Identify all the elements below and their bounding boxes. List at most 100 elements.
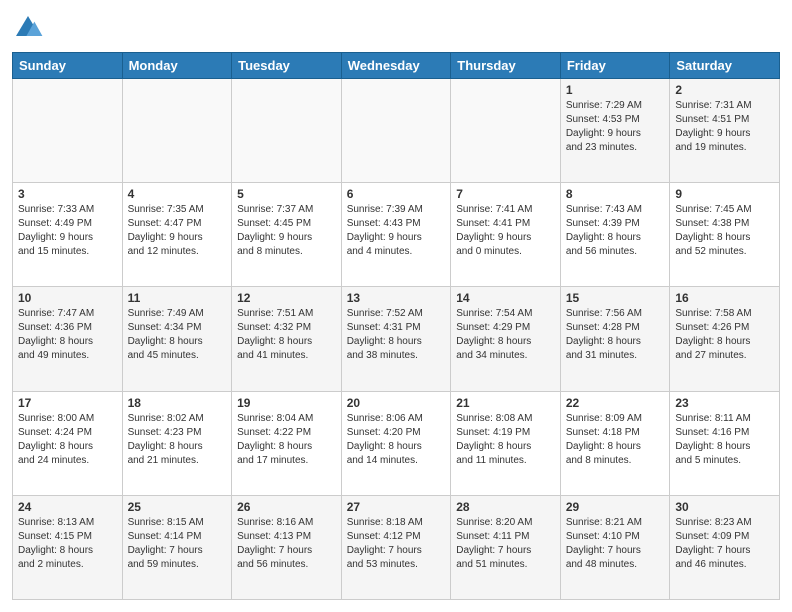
day-number: 15: [566, 291, 665, 305]
day-number: 2: [675, 83, 774, 97]
calendar-cell: 14 Sunrise: 7:54 AM Sunset: 4:29 PM Dayli…: [451, 287, 561, 391]
day-info: Sunrise: 8:09 AM Sunset: 4:18 PM Dayligh…: [566, 412, 665, 468]
weekday-header: Tuesday: [232, 53, 342, 79]
weekday-header: Wednesday: [341, 53, 451, 79]
logo-icon: [12, 12, 44, 44]
calendar-cell: 3 Sunrise: 7:33 AM Sunset: 4:49 PM Daylig…: [13, 183, 123, 287]
calendar-cell: 26 Sunrise: 8:16 AM Sunset: 4:13 PM Dayli…: [232, 495, 342, 599]
day-number: 29: [566, 500, 665, 514]
day-number: 19: [237, 396, 336, 410]
day-number: 12: [237, 291, 336, 305]
day-number: 22: [566, 396, 665, 410]
calendar-cell: 24 Sunrise: 8:13 AM Sunset: 4:15 PM Dayli…: [13, 495, 123, 599]
day-number: 14: [456, 291, 555, 305]
day-number: 9: [675, 187, 774, 201]
calendar-week-row: 10 Sunrise: 7:47 AM Sunset: 4:36 PM Dayli…: [13, 287, 780, 391]
day-number: 28: [456, 500, 555, 514]
day-number: 20: [347, 396, 446, 410]
calendar-cell: 18 Sunrise: 8:02 AM Sunset: 4:23 PM Dayli…: [122, 391, 232, 495]
day-info: Sunrise: 7:43 AM Sunset: 4:39 PM Dayligh…: [566, 203, 665, 259]
weekday-header: Monday: [122, 53, 232, 79]
day-number: 10: [18, 291, 117, 305]
calendar-header: SundayMondayTuesdayWednesdayThursdayFrid…: [13, 53, 780, 79]
logo: [12, 12, 48, 44]
day-number: 21: [456, 396, 555, 410]
day-info: Sunrise: 8:15 AM Sunset: 4:14 PM Dayligh…: [128, 516, 227, 572]
day-number: 17: [18, 396, 117, 410]
calendar-cell: 21 Sunrise: 8:08 AM Sunset: 4:19 PM Dayli…: [451, 391, 561, 495]
day-info: Sunrise: 7:37 AM Sunset: 4:45 PM Dayligh…: [237, 203, 336, 259]
day-info: Sunrise: 8:21 AM Sunset: 4:10 PM Dayligh…: [566, 516, 665, 572]
day-number: 11: [128, 291, 227, 305]
calendar-week-row: 1Sunrise: 7:29 AM Sunset: 4:53 PM Daylig…: [13, 79, 780, 183]
day-number: 3: [18, 187, 117, 201]
day-info: Sunrise: 8:23 AM Sunset: 4:09 PM Dayligh…: [675, 516, 774, 572]
day-number: 30: [675, 500, 774, 514]
calendar-cell: 10 Sunrise: 7:47 AM Sunset: 4:36 PM Dayli…: [13, 287, 123, 391]
day-info: Sunrise: 8:13 AM Sunset: 4:15 PM Dayligh…: [18, 516, 117, 572]
day-number: 16: [675, 291, 774, 305]
calendar-cell: 15 Sunrise: 7:56 AM Sunset: 4:28 PM Dayli…: [560, 287, 670, 391]
day-number: 26: [237, 500, 336, 514]
day-info: Sunrise: 7:41 AM Sunset: 4:41 PM Dayligh…: [456, 203, 555, 259]
calendar-week-row: 24 Sunrise: 8:13 AM Sunset: 4:15 PM Dayli…: [13, 495, 780, 599]
calendar-cell: 17 Sunrise: 8:00 AM Sunset: 4:24 PM Dayli…: [13, 391, 123, 495]
day-number: 8: [566, 187, 665, 201]
calendar-cell: [451, 79, 561, 183]
day-info: Sunrise: 7:47 AM Sunset: 4:36 PM Dayligh…: [18, 307, 117, 363]
calendar-cell: [232, 79, 342, 183]
calendar-cell: 11 Sunrise: 7:49 AM Sunset: 4:34 PM Dayli…: [122, 287, 232, 391]
day-info: Sunrise: 8:02 AM Sunset: 4:23 PM Dayligh…: [128, 412, 227, 468]
day-number: 7: [456, 187, 555, 201]
day-number: 6: [347, 187, 446, 201]
calendar-cell: 6Sunrise: 7:39 AM Sunset: 4:43 PM Daylig…: [341, 183, 451, 287]
day-info: Sunrise: 8:00 AM Sunset: 4:24 PM Dayligh…: [18, 412, 117, 468]
calendar-cell: 22 Sunrise: 8:09 AM Sunset: 4:18 PM Dayli…: [560, 391, 670, 495]
day-info: Sunrise: 7:45 AM Sunset: 4:38 PM Dayligh…: [675, 203, 774, 259]
day-number: 1: [566, 83, 665, 97]
day-info: Sunrise: 8:20 AM Sunset: 4:11 PM Dayligh…: [456, 516, 555, 572]
day-number: 4: [128, 187, 227, 201]
page-container: SundayMondayTuesdayWednesdayThursdayFrid…: [0, 0, 792, 612]
day-info: Sunrise: 8:04 AM Sunset: 4:22 PM Dayligh…: [237, 412, 336, 468]
calendar-cell: 23 Sunrise: 8:11 AM Sunset: 4:16 PM Dayli…: [670, 391, 780, 495]
calendar-cell: 5Sunrise: 7:37 AM Sunset: 4:45 PM Daylig…: [232, 183, 342, 287]
day-info: Sunrise: 8:16 AM Sunset: 4:13 PM Dayligh…: [237, 516, 336, 572]
weekday-row: SundayMondayTuesdayWednesdayThursdayFrid…: [13, 53, 780, 79]
weekday-header: Friday: [560, 53, 670, 79]
day-number: 25: [128, 500, 227, 514]
day-info: Sunrise: 8:11 AM Sunset: 4:16 PM Dayligh…: [675, 412, 774, 468]
calendar-cell: 19 Sunrise: 8:04 AM Sunset: 4:22 PM Dayli…: [232, 391, 342, 495]
day-info: Sunrise: 7:54 AM Sunset: 4:29 PM Dayligh…: [456, 307, 555, 363]
calendar-cell: 7 Sunrise: 7:41 AM Sunset: 4:41 PM Daylig…: [451, 183, 561, 287]
calendar-table: SundayMondayTuesdayWednesdayThursdayFrid…: [12, 52, 780, 600]
calendar-cell: 1Sunrise: 7:29 AM Sunset: 4:53 PM Daylig…: [560, 79, 670, 183]
day-number: 27: [347, 500, 446, 514]
calendar-cell: 16Sunrise: 7:58 AM Sunset: 4:26 PM Dayli…: [670, 287, 780, 391]
day-number: 24: [18, 500, 117, 514]
calendar-cell: 2Sunrise: 7:31 AM Sunset: 4:51 PM Daylig…: [670, 79, 780, 183]
calendar-week-row: 3 Sunrise: 7:33 AM Sunset: 4:49 PM Daylig…: [13, 183, 780, 287]
calendar-cell: [122, 79, 232, 183]
day-info: Sunrise: 8:18 AM Sunset: 4:12 PM Dayligh…: [347, 516, 446, 572]
weekday-header: Saturday: [670, 53, 780, 79]
day-info: Sunrise: 8:08 AM Sunset: 4:19 PM Dayligh…: [456, 412, 555, 468]
day-info: Sunrise: 7:52 AM Sunset: 4:31 PM Dayligh…: [347, 307, 446, 363]
calendar-cell: 27 Sunrise: 8:18 AM Sunset: 4:12 PM Dayli…: [341, 495, 451, 599]
day-info: Sunrise: 8:06 AM Sunset: 4:20 PM Dayligh…: [347, 412, 446, 468]
calendar-week-row: 17 Sunrise: 8:00 AM Sunset: 4:24 PM Dayli…: [13, 391, 780, 495]
calendar-cell: 25 Sunrise: 8:15 AM Sunset: 4:14 PM Dayli…: [122, 495, 232, 599]
day-number: 18: [128, 396, 227, 410]
day-info: Sunrise: 7:33 AM Sunset: 4:49 PM Dayligh…: [18, 203, 117, 259]
calendar-cell: 29 Sunrise: 8:21 AM Sunset: 4:10 PM Dayli…: [560, 495, 670, 599]
calendar-cell: 4 Sunrise: 7:35 AM Sunset: 4:47 PM Daylig…: [122, 183, 232, 287]
day-info: Sunrise: 7:56 AM Sunset: 4:28 PM Dayligh…: [566, 307, 665, 363]
day-info: Sunrise: 7:35 AM Sunset: 4:47 PM Dayligh…: [128, 203, 227, 259]
calendar-cell: 20 Sunrise: 8:06 AM Sunset: 4:20 PM Dayli…: [341, 391, 451, 495]
calendar-cell: [13, 79, 123, 183]
calendar-body: 1Sunrise: 7:29 AM Sunset: 4:53 PM Daylig…: [13, 79, 780, 600]
day-number: 23: [675, 396, 774, 410]
calendar-cell: [341, 79, 451, 183]
header: [12, 12, 780, 44]
day-info: Sunrise: 7:49 AM Sunset: 4:34 PM Dayligh…: [128, 307, 227, 363]
